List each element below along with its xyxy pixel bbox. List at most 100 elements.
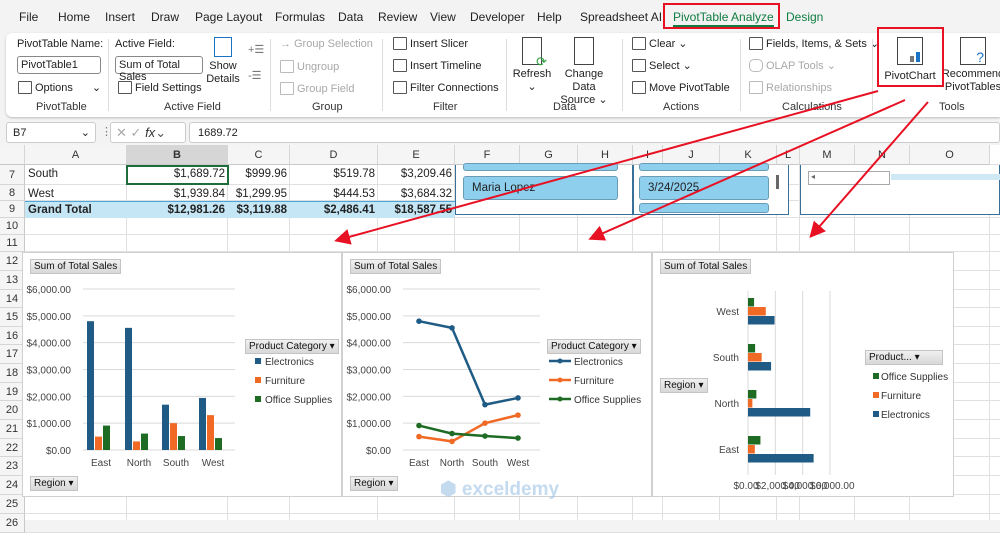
bar-office-supplies: [748, 298, 755, 307]
tab-home[interactable]: Home: [58, 10, 90, 24]
insert-timeline-label: Insert Timeline: [410, 59, 482, 72]
bar-electronics: [748, 454, 814, 463]
insert-slicer-button[interactable]: Insert Slicer: [393, 37, 468, 50]
column-header-J[interactable]: J: [663, 145, 720, 165]
tab-draw[interactable]: Draw: [151, 10, 179, 24]
refresh-button[interactable]: ⟳ Refresh ⌄: [512, 37, 552, 94]
slicer-item[interactable]: [463, 163, 618, 171]
insert-timeline-button[interactable]: Insert Timeline: [393, 59, 482, 72]
column-header-D[interactable]: D: [290, 145, 378, 165]
legend-item: Furniture: [265, 376, 305, 387]
tab-view[interactable]: View: [430, 10, 456, 24]
legend-swatch: [255, 358, 261, 364]
options-icon: [18, 81, 32, 94]
x-tick-label: East: [91, 458, 111, 469]
olap-icon: [749, 59, 763, 72]
bar-furniture: [95, 436, 102, 450]
column-header-I[interactable]: I: [633, 145, 663, 165]
region-filter-button[interactable]: Region ▾: [350, 476, 398, 491]
column-header-A[interactable]: A: [25, 145, 127, 165]
group-field-button[interactable]: Group Field: [280, 82, 354, 95]
select-button[interactable]: Select ⌄: [632, 59, 692, 72]
column-header-G[interactable]: G: [520, 145, 578, 165]
pivot-bar-chart[interactable]: $0.00 $2,000.00 $4,000.00 $6,000.00 East Nort…: [652, 252, 954, 497]
column-header-F[interactable]: F: [455, 145, 520, 165]
column-header-M[interactable]: M: [800, 145, 855, 165]
tab-spreadsheet-ai[interactable]: Spreadsheet AI: [580, 10, 662, 24]
tab-developer[interactable]: Developer: [470, 10, 525, 24]
clear-button[interactable]: Clear ⌄: [632, 37, 688, 50]
group-selection-label: Group Selection: [294, 38, 373, 50]
chart-title: Sum of Total Sales: [660, 259, 752, 274]
pivot-line-chart[interactable]: $0.00 $1,000.00 $2,000.00 $3,000.00 $4,000.0…: [342, 252, 652, 497]
table-cell: $12,981.26: [167, 204, 225, 216]
slicer-item[interactable]: [639, 203, 769, 213]
tab-file[interactable]: File: [19, 10, 38, 24]
row-header-11[interactable]: 11: [0, 235, 25, 252]
tab-formulas[interactable]: Formulas: [275, 10, 325, 24]
expand-field-icon[interactable]: +☰: [248, 43, 264, 56]
ungroup-button[interactable]: Ungroup: [280, 60, 339, 73]
x-tick-label: South: [163, 458, 189, 469]
active-field-input[interactable]: Sum of Total Sales: [115, 56, 203, 83]
row-header-26[interactable]: 26: [0, 514, 25, 533]
fields-items-sets-button[interactable]: Fields, Items, & Sets ⌄: [749, 37, 879, 50]
tab-page-layout[interactable]: Page Layout: [195, 10, 262, 24]
column-header-C[interactable]: C: [228, 145, 290, 165]
pivottable-name-input[interactable]: PivotTable1: [17, 56, 101, 74]
filter-connections-button[interactable]: Filter Connections: [393, 81, 499, 94]
insert-function-icon[interactable]: fx: [145, 125, 155, 140]
legend-filter-button[interactable]: Product Category ▾: [547, 339, 641, 354]
row-header-9[interactable]: 9: [0, 201, 25, 218]
relationships-button[interactable]: Relationships: [749, 81, 832, 94]
column-header-K[interactable]: K: [720, 145, 777, 165]
pivot-column-chart[interactable]: $0.00 $1,000.00 $2,000.00 $3,000.00 $4,000.0…: [22, 252, 342, 497]
olap-tools-button[interactable]: OLAP Tools ⌄: [749, 59, 836, 72]
column-header-H[interactable]: H: [578, 145, 633, 165]
tab-data[interactable]: Data: [338, 10, 363, 24]
move-pivottable-button[interactable]: Move PivotTable: [632, 81, 730, 94]
column-header-N[interactable]: N: [855, 145, 910, 165]
legend-filter-button[interactable]: Product... ▾: [865, 350, 943, 365]
enter-icon[interactable]: ✓: [131, 125, 142, 140]
slicer-scrollbar[interactable]: [776, 175, 779, 189]
column-header-B[interactable]: B: [127, 145, 228, 165]
insert-slicer-label: Insert Slicer: [410, 37, 469, 50]
group-selection-button[interactable]: → Group Selection: [280, 38, 373, 50]
y-tick-label: East: [719, 445, 739, 456]
y-tick-label: $3,000.00: [347, 366, 392, 377]
name-box[interactable]: B7 ⌄: [6, 122, 96, 143]
tab-design[interactable]: Design: [786, 10, 823, 24]
legend-filter-button[interactable]: Product Category ▾: [245, 339, 339, 354]
cancel-icon[interactable]: ✕: [116, 125, 127, 140]
change-data-source-button[interactable]: Change Data Source ⌄: [552, 37, 616, 107]
region-filter-button[interactable]: Region ▾: [30, 476, 78, 491]
tab-help[interactable]: Help: [537, 10, 562, 24]
column-header-O[interactable]: O: [910, 145, 990, 165]
select-all-corner[interactable]: [0, 145, 25, 165]
slicer-item-date[interactable]: 3/24/2025: [639, 176, 769, 200]
tab-review[interactable]: Review: [378, 10, 417, 24]
recommended-pivottables-icon: ?: [960, 37, 986, 65]
column-header-L[interactable]: L: [777, 145, 800, 165]
collapse-field-icon[interactable]: -☰: [248, 69, 262, 82]
slicer-item[interactable]: [639, 163, 769, 171]
row-header-25[interactable]: 25: [0, 495, 25, 514]
row-header-8[interactable]: 8: [0, 185, 25, 201]
tab-insert[interactable]: Insert: [105, 10, 135, 24]
timeline-scrollbar[interactable]: ◂: [808, 171, 890, 185]
recommended-pivottables-button[interactable]: ? Recommend PivotTables: [940, 37, 1000, 94]
table-cell: $2,486.41: [323, 204, 375, 216]
options-button[interactable]: Options ⌄: [18, 81, 101, 94]
column-header-E[interactable]: E: [378, 145, 455, 165]
formula-input[interactable]: 1689.72: [189, 122, 1000, 143]
region-filter-button[interactable]: Region ▾: [660, 378, 708, 393]
row-header-10[interactable]: 10: [0, 218, 25, 235]
legend-marker: [557, 358, 563, 364]
slicer-item-maria-lopez[interactable]: Maria Lopez: [463, 176, 618, 200]
row-header-7[interactable]: 7: [0, 165, 25, 185]
table-cell: $18,587.55: [394, 204, 452, 216]
show-details-button[interactable]: Show Details: [206, 37, 240, 86]
field-settings-button[interactable]: Field Settings: [118, 81, 202, 94]
x-tick-label: South: [472, 458, 498, 469]
